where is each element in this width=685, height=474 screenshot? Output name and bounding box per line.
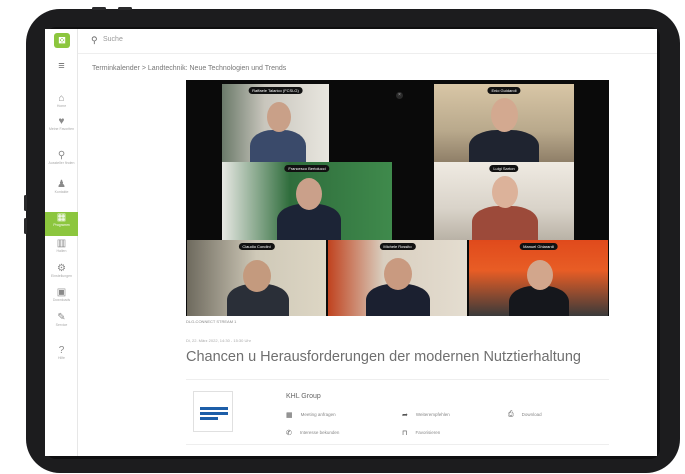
organizer-name[interactable]: KHL Group [286, 393, 321, 400]
home-icon: ⌂ [58, 93, 65, 104]
sidebar-item-label: Programm [53, 223, 70, 227]
heart-icon: ♥ [58, 116, 65, 127]
participant-name: Michele Rossito [379, 243, 416, 250]
sidebar-item-downloads[interactable]: ▣ Downloads [45, 287, 78, 309]
video-tile: Claudio Condini [187, 240, 326, 316]
top-bar: ⚲ Suche [78, 29, 657, 54]
stream-label[interactable]: DLG-CONNECT STREAM 1 [186, 319, 236, 324]
tablet-side-button [24, 195, 27, 211]
video-tile: Enio Guidaroli [434, 84, 574, 162]
participant-name: Enio Guidaroli [487, 87, 521, 94]
action-label: Interesse bekunden [299, 430, 340, 436]
wrench-icon: ✎ [57, 312, 66, 323]
download-button[interactable]: ⎙ Download [508, 411, 542, 419]
sidebar-item-exhibitors[interactable]: ⚲ Aussteller finden [45, 150, 78, 172]
participant-name: Luigi Sarton [489, 165, 519, 172]
event-title: Chancen u Herausforderungen der modernen… [186, 349, 581, 365]
sidebar-item-label: Einstellungen [50, 274, 72, 278]
gear-icon: ⚙ [57, 263, 66, 274]
video-tile: Raffaele Talarico (FCSLG) [222, 84, 329, 162]
participant-name: Francesco Bertolucci [284, 165, 330, 172]
favorite-button[interactable]: ⊓ Favorisieren [402, 429, 440, 437]
sidebar-item-home[interactable]: ⌂ Home [45, 93, 78, 115]
action-label: Favorisieren [415, 430, 441, 436]
breadcrumb-parent[interactable]: Terminkalender [92, 65, 140, 72]
sidebar-item-settings[interactable]: ⚙ Einstellungen [45, 263, 78, 285]
action-label: Weiterempfehlen [415, 412, 450, 418]
action-label: Download [521, 412, 542, 418]
video-tile: Manuel Ghiarardi [469, 240, 608, 316]
sidebar-item-label: Service [55, 323, 68, 327]
breadcrumb-current: Landtechnik: Neue Technologien und Trend… [147, 65, 287, 72]
sidebar-item-help[interactable]: ? Hilfe [45, 345, 78, 367]
app-logo[interactable]: ⊠ [54, 33, 70, 48]
location-icon: ⚲ [57, 150, 66, 161]
event-date: Di, 22. März 2022, 14:30 - 15:30 Uhr [186, 338, 251, 343]
tablet-screen: ⊠ ≡ ⌂ Home ♥ Meine Favoriten ⚲ Ausstelle… [45, 29, 657, 456]
search-input[interactable]: Suche [103, 36, 123, 43]
tablet-top-button [118, 7, 132, 10]
tablet-side-button [24, 218, 27, 234]
sidebar-item-favorites[interactable]: ♥ Meine Favoriten [45, 116, 78, 138]
request-meeting-button[interactable]: ▦ Meeting anfragen [286, 411, 336, 419]
express-interest-button[interactable]: ✆ Interesse bekunden [286, 429, 339, 437]
participant-name: Claudio Condini [238, 243, 275, 250]
sidebar-item-label: Meine Favoriten [48, 127, 75, 131]
sidebar-item-program[interactable]: ▦ Programm [45, 212, 78, 236]
calendar-icon: ▦ [286, 412, 293, 419]
help-icon: ? [58, 345, 65, 356]
menu-icon[interactable]: ≡ [56, 61, 67, 72]
sidebar-item-label: Kontakte [54, 190, 69, 194]
action-label: Meeting anfragen [300, 412, 336, 418]
building-icon: ▥ [56, 238, 67, 249]
sidebar-item-service[interactable]: ✎ Service [45, 312, 78, 334]
sidebar-item-halls[interactable]: ▥ Hallen [45, 238, 78, 260]
sidebar: ⊠ ≡ ⌂ Home ♥ Meine Favoriten ⚲ Ausstelle… [45, 29, 78, 456]
video-tile: Michele Rossito [328, 240, 467, 316]
organizer-card: KHL Group ▦ Meeting anfragen ➦ Weiterempfe… [186, 379, 609, 445]
organizer-logo[interactable] [193, 391, 233, 432]
breadcrumb: Terminkalender > Landtechnik: Neue Techn… [92, 65, 286, 72]
recommend-button[interactable]: ➦ Weiterempfehlen [402, 411, 450, 419]
share-icon: ➦ [402, 412, 408, 419]
close-icon[interactable]: × [396, 92, 403, 99]
sidebar-item-label: Hilfe [57, 356, 65, 360]
sidebar-item-label: Aussteller finden [48, 161, 75, 165]
download-icon: ⎙ [508, 411, 514, 418]
person-icon: ♟ [57, 179, 66, 190]
video-player[interactable]: Raffaele Talarico (FCSLG) × Enio Guidaro… [186, 80, 609, 316]
sidebar-item-contacts[interactable]: ♟ Kontakte [45, 179, 78, 201]
video-tile: Luigi Sarton [434, 162, 574, 240]
video-tile: Francesco Bertolucci [222, 162, 392, 240]
participant-name: Manuel Ghiarardi [519, 243, 558, 250]
sidebar-item-label: Hallen [56, 249, 67, 253]
box-icon: ▣ [56, 287, 67, 298]
sidebar-item-label: Downloads [52, 298, 71, 302]
tablet-top-button [92, 7, 106, 10]
participant-name: Raffaele Talarico (FCSLG) [248, 87, 303, 94]
sidebar-item-label: Home [56, 104, 67, 108]
search-icon[interactable]: ⚲ [91, 35, 98, 46]
breadcrumb-separator: > [141, 65, 146, 72]
phone-icon: ✆ [286, 430, 292, 437]
calendar-icon: ▦ [56, 212, 67, 223]
bookmark-icon: ⊓ [402, 430, 408, 437]
